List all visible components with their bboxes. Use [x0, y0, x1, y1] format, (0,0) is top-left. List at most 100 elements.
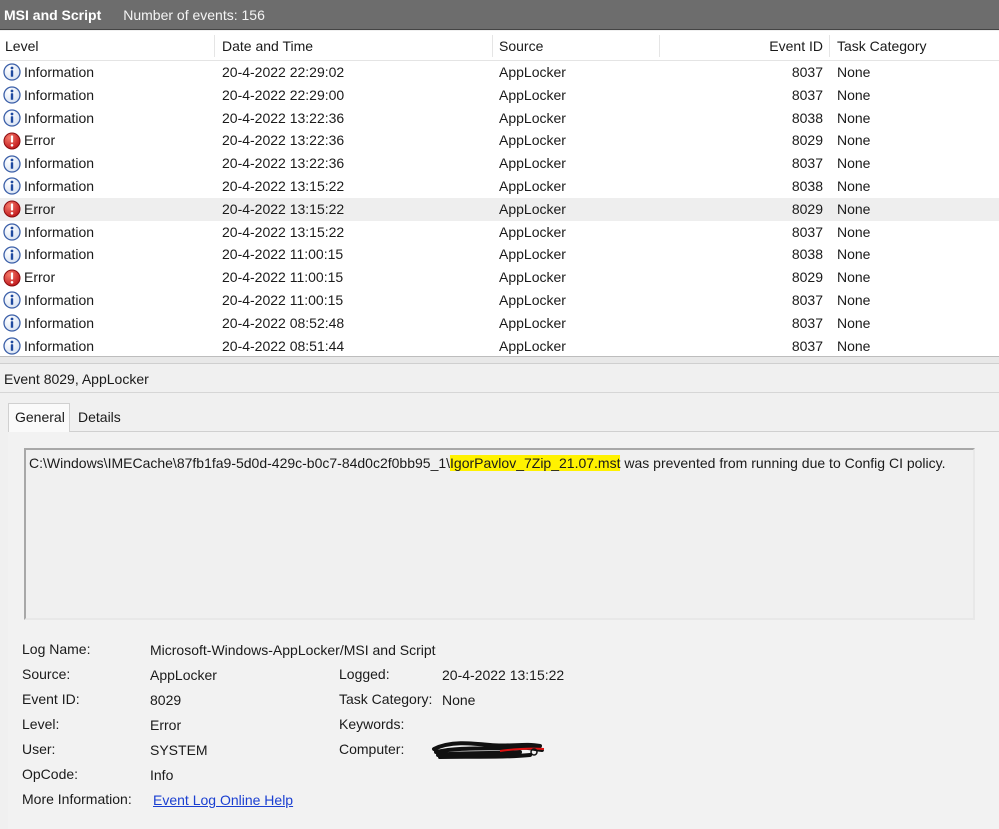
column-header-task-category[interactable]: Task Category	[837, 31, 926, 61]
event-row[interactable]: Information 20-4-2022 11:00:15 AppLocker 80…	[0, 243, 999, 266]
task-category-label: Task Category:	[339, 691, 433, 707]
event-level: Information	[24, 291, 95, 308]
event-row[interactable]: Information 20-4-2022 22:29:00 AppLocker 80…	[0, 84, 999, 107]
event-source: AppLocker	[499, 314, 566, 331]
event-row[interactable]: Information 20-4-2022 13:22:36 AppLocker 80…	[0, 152, 999, 175]
event-task-category: None	[837, 155, 871, 172]
event-count: Number of events: 156	[123, 6, 265, 23]
event-date: 20-4-2022 22:29:00	[222, 86, 345, 103]
event-source: AppLocker	[499, 86, 566, 103]
event-row[interactable]: Information 20-4-2022 13:15:22 AppLocker 80…	[0, 175, 999, 198]
event-date: 20-4-2022 13:15:22	[222, 200, 345, 217]
tab-details[interactable]: Details	[72, 406, 127, 431]
event-row[interactable]: Information 20-4-2022 22:29:02 AppLocker 80…	[0, 61, 999, 84]
column-header-level[interactable]: Level	[5, 31, 38, 61]
pane-splitter[interactable]	[0, 356, 999, 364]
event-date: 20-4-2022 13:22:36	[222, 109, 345, 126]
event-row[interactable]: Information 20-4-2022 13:15:22 AppLocker 80…	[0, 221, 999, 244]
event-task-category: None	[837, 132, 871, 149]
event-detail-header: Event 8029, AppLocker	[0, 365, 999, 393]
tab-general[interactable]: General	[8, 403, 70, 432]
event-level: Error	[24, 269, 56, 286]
event-date: 20-4-2022 08:52:48	[222, 314, 345, 331]
info-icon	[3, 154, 21, 173]
event-source: AppLocker	[499, 177, 566, 194]
logged-label: Logged:	[339, 666, 390, 682]
event-id: 8037	[791, 64, 823, 80]
event-source: AppLocker	[499, 291, 566, 308]
event-id-value[interactable]: 8029	[150, 692, 181, 708]
event-level: Information	[24, 314, 95, 331]
event-list[interactable]: Level Date and Time Source Event ID Task…	[0, 31, 999, 356]
column-divider[interactable]	[214, 35, 215, 57]
task-category-value[interactable]: None	[442, 692, 475, 708]
level-value[interactable]: Error	[150, 717, 181, 733]
info-icon	[3, 177, 21, 196]
event-id: 8038	[791, 246, 823, 263]
event-level: Information	[24, 177, 95, 194]
log-title: MSI and Script	[4, 6, 102, 23]
event-id: 8037	[791, 155, 823, 172]
event-message-box[interactable]: C:\Windows\IMECache\87fb1fa9-5d0d-429c-b…	[24, 448, 975, 620]
logged-value[interactable]: 20-4-2022 13:15:22	[442, 667, 564, 683]
event-task-category: None	[837, 86, 871, 103]
event-date: 20-4-2022 11:00:15	[222, 246, 344, 263]
event-log-online-help-link[interactable]: Event Log Online Help	[153, 792, 293, 808]
event-rows: Information 20-4-2022 22:29:02 AppLocker 80…	[0, 61, 999, 356]
event-row[interactable]: Information 20-4-2022 08:51:44 AppLocker 80…	[0, 335, 999, 356]
event-id-label: Event ID:	[22, 691, 80, 707]
event-source: AppLocker	[499, 64, 566, 80]
column-divider[interactable]	[659, 35, 660, 57]
event-level: Error	[24, 200, 56, 217]
column-divider[interactable]	[829, 35, 830, 57]
more-information-label: More Information:	[22, 791, 132, 807]
event-source: AppLocker	[499, 109, 566, 126]
column-header-date[interactable]: Date and Time	[222, 31, 313, 61]
event-row[interactable]: Information 20-4-2022 11:00:15 AppLocker 80…	[0, 289, 999, 312]
event-level: Information	[24, 246, 95, 263]
source-value[interactable]: AppLocker	[150, 667, 217, 683]
opcode-value[interactable]: Info	[150, 767, 173, 783]
source-label: Source:	[22, 666, 71, 682]
info-icon	[3, 63, 21, 82]
event-task-category: None	[837, 246, 871, 263]
event-id: 8029	[791, 200, 823, 217]
event-id: 8037	[791, 86, 823, 103]
event-date: 20-4-2022 13:22:36	[222, 155, 345, 172]
event-id: 8037	[791, 337, 823, 354]
event-date: 20-4-2022 22:29:02	[222, 64, 345, 80]
event-id: 8038	[791, 177, 823, 194]
info-icon	[3, 223, 21, 241]
info-icon	[3, 86, 21, 104]
event-row[interactable]: Information 20-4-2022 13:22:36 AppLocker 80…	[0, 107, 999, 130]
user-value[interactable]: SYSTEM	[150, 742, 208, 758]
log-name-value[interactable]: Microsoft-Windows-AppLocker/MSI and Scri…	[150, 642, 436, 658]
info-icon	[3, 314, 21, 332]
error-icon	[3, 200, 21, 218]
event-level: Information	[24, 223, 95, 240]
column-divider[interactable]	[492, 35, 493, 57]
event-task-category: None	[837, 269, 871, 286]
event-id: 8037	[791, 314, 823, 331]
event-id: 8037	[791, 291, 823, 308]
event-date: 20-4-2022 08:51:44	[222, 337, 345, 354]
level-label: Level:	[22, 716, 60, 732]
column-header-event-id[interactable]: Event ID	[769, 31, 823, 61]
event-level: Error	[24, 132, 56, 149]
event-level: Information	[24, 64, 95, 80]
event-date: 20-4-2022 13:15:22	[222, 223, 345, 240]
event-level: Information	[24, 109, 95, 126]
event-task-category: None	[837, 337, 871, 354]
event-task-category: None	[837, 314, 871, 331]
event-id: 8029	[791, 132, 823, 149]
info-icon	[3, 246, 21, 264]
event-row[interactable]: Error 20-4-2022 11:00:15 AppLocker 8029 None	[0, 266, 999, 289]
event-source: AppLocker	[499, 200, 566, 217]
column-header-source[interactable]: Source	[499, 31, 543, 61]
event-row[interactable]: Error 20-4-2022 13:15:22 AppLocker 8029 None	[0, 197, 999, 221]
event-source: AppLocker	[499, 269, 566, 286]
event-date: 20-4-2022 11:00:15	[222, 269, 344, 286]
event-row[interactable]: Information 20-4-2022 08:52:48 AppLocker 80…	[0, 312, 999, 335]
event-source: AppLocker	[499, 246, 566, 263]
event-row[interactable]: Error 20-4-2022 13:22:36 AppLocker 8029 None	[0, 129, 999, 152]
